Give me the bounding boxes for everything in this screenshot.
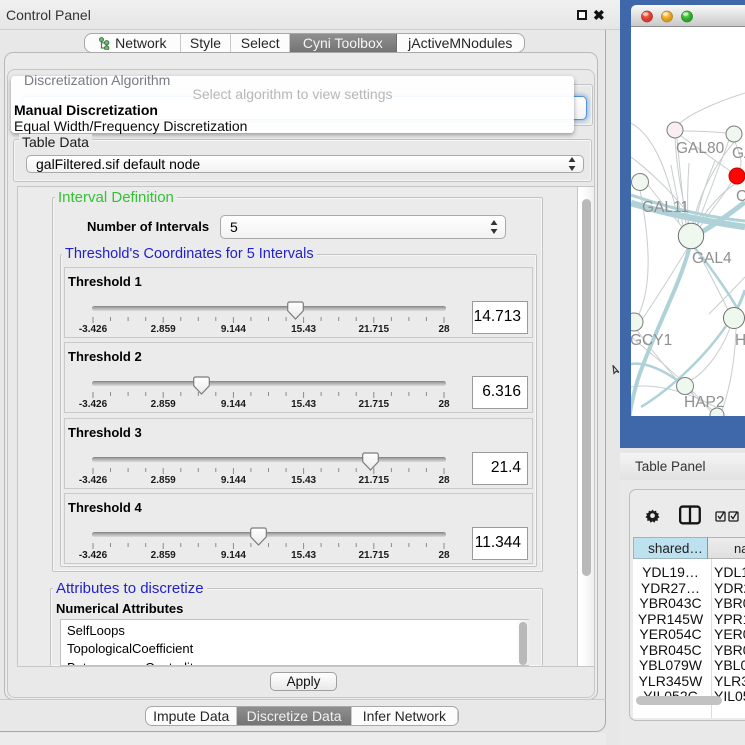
svg-text:GAL11: GAL11 [642,199,689,216]
svg-text:H: H [735,332,745,349]
svg-text:HAP2: HAP2 [684,394,725,411]
svg-text:GCY1: GCY1 [631,332,672,349]
svg-text:C: C [736,188,745,205]
svg-text:GAL4: GAL4 [692,250,732,267]
svg-text:GAL80: GAL80 [676,140,725,157]
svg-text:GA: GA [732,145,745,162]
